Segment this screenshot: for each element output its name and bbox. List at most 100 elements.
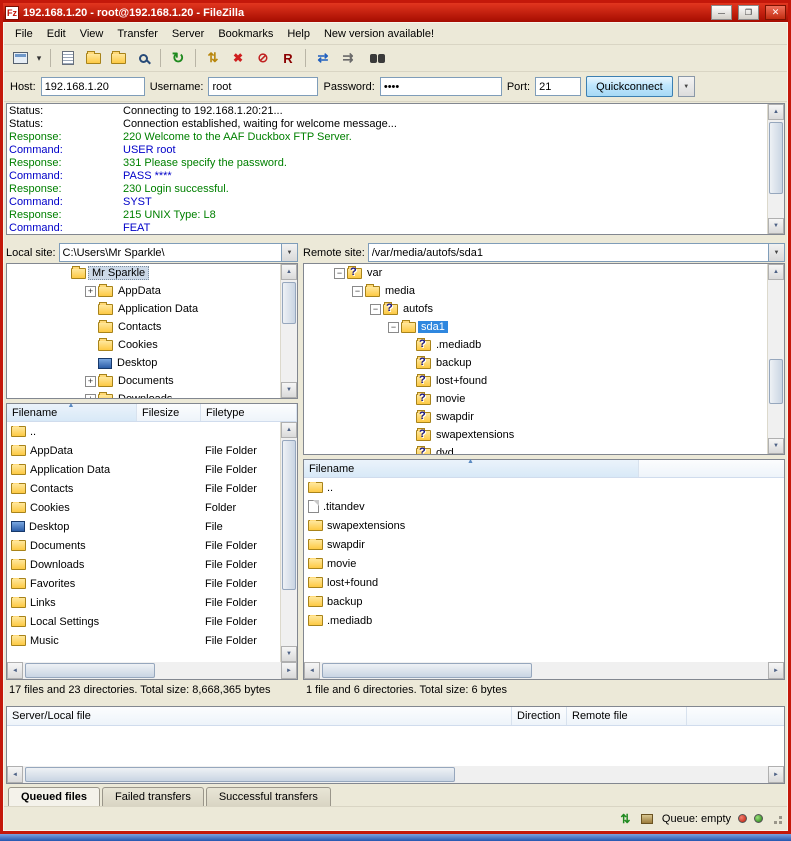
file-row[interactable]: MusicFile Folder	[7, 631, 280, 650]
column-filesize[interactable]: Filesize	[137, 404, 201, 421]
file-row[interactable]: DesktopFile	[7, 517, 280, 536]
local-tree-scrollbar[interactable]	[280, 264, 297, 398]
tree-item[interactable]: Contacts	[7, 318, 280, 336]
log-scrollbar[interactable]	[767, 104, 784, 234]
menu-view[interactable]: View	[73, 25, 111, 43]
file-row[interactable]: AppDataFile Folder	[7, 441, 280, 460]
scroll-up-icon[interactable]	[281, 264, 297, 280]
local-list-hscrollbar[interactable]	[7, 662, 297, 679]
expander-icon[interactable]: +	[85, 286, 96, 297]
tree-item[interactable]: movie	[304, 390, 767, 408]
tree-item[interactable]: Application Data	[7, 300, 280, 318]
file-row[interactable]: backup	[304, 592, 784, 611]
scroll-thumb[interactable]	[282, 282, 296, 324]
file-row[interactable]: .titandev	[304, 497, 784, 516]
toggle-message-log-button[interactable]	[56, 47, 80, 70]
menu-bookmarks[interactable]: Bookmarks	[211, 25, 280, 43]
scroll-right-icon[interactable]	[768, 766, 784, 783]
find-files-button[interactable]	[361, 47, 385, 70]
tree-item[interactable]: swapextensions	[304, 426, 767, 444]
tree-item[interactable]: lost+found	[304, 372, 767, 390]
queue-hscrollbar[interactable]	[7, 766, 784, 783]
scroll-left-icon[interactable]	[7, 662, 23, 679]
remote-path-dropdown[interactable]	[768, 243, 785, 262]
minimize-button[interactable]	[711, 5, 732, 20]
scroll-left-icon[interactable]	[304, 662, 320, 679]
tree-item[interactable]: dvd	[304, 444, 767, 455]
expander-icon[interactable]: −	[370, 304, 381, 315]
column-filename[interactable]: Filename	[304, 460, 639, 477]
tree-item[interactable]: −autofs	[304, 300, 767, 318]
username-input[interactable]	[208, 77, 318, 96]
scroll-down-icon[interactable]	[281, 382, 297, 398]
port-input[interactable]	[535, 77, 581, 96]
file-row[interactable]: LinksFile Folder	[7, 593, 280, 612]
cancel-button[interactable]	[226, 47, 250, 70]
column-server-local-file[interactable]: Server/Local file	[7, 707, 512, 725]
scroll-thumb[interactable]	[769, 359, 783, 404]
scroll-down-icon[interactable]	[768, 218, 784, 234]
file-row[interactable]: lost+found	[304, 573, 784, 592]
filter-icon[interactable]	[640, 812, 655, 825]
remote-list-hscrollbar[interactable]	[304, 662, 784, 679]
toggle-local-tree-button[interactable]	[81, 47, 105, 70]
speed-limits-icon[interactable]	[618, 812, 633, 825]
file-row[interactable]: Local SettingsFile Folder	[7, 612, 280, 631]
refresh-button[interactable]	[166, 47, 190, 70]
scroll-right-icon[interactable]	[768, 662, 784, 679]
scroll-right-icon[interactable]	[281, 662, 297, 679]
expander-icon[interactable]: −	[388, 322, 399, 333]
tree-item[interactable]: swapdir	[304, 408, 767, 426]
reconnect-button[interactable]	[276, 47, 300, 70]
title-bar[interactable]: 192.168.1.20 - root@192.168.1.20 - FileZ…	[3, 3, 788, 22]
file-row[interactable]: ..	[304, 478, 784, 497]
file-row[interactable]: ..	[7, 422, 280, 441]
tree-item[interactable]: Mr Sparkle	[7, 264, 280, 282]
local-path-input[interactable]	[59, 243, 281, 262]
column-direction[interactable]: Direction	[512, 707, 567, 725]
resize-grip[interactable]	[770, 812, 783, 825]
expander-icon[interactable]: +	[85, 376, 96, 387]
local-list-scrollbar[interactable]	[280, 422, 297, 662]
file-row[interactable]: ContactsFile Folder	[7, 479, 280, 498]
menu-new-version[interactable]: New version available!	[317, 25, 441, 43]
tree-item[interactable]: −media	[304, 282, 767, 300]
scroll-up-icon[interactable]	[281, 422, 297, 438]
file-row[interactable]: .mediadb	[304, 611, 784, 630]
file-row[interactable]: Application DataFile Folder	[7, 460, 280, 479]
menu-edit[interactable]: Edit	[40, 25, 73, 43]
menu-transfer[interactable]: Transfer	[110, 25, 165, 43]
scroll-down-icon[interactable]	[768, 438, 784, 454]
password-input[interactable]	[380, 77, 502, 96]
file-row[interactable]: swapextensions	[304, 516, 784, 535]
host-input[interactable]	[41, 77, 145, 96]
expander-icon[interactable]: +	[85, 394, 96, 400]
scroll-left-icon[interactable]	[7, 766, 23, 783]
process-queue-button[interactable]	[201, 47, 225, 70]
menu-server[interactable]: Server	[165, 25, 211, 43]
tree-item[interactable]: +AppData	[7, 282, 280, 300]
file-row[interactable]: CookiesFolder	[7, 498, 280, 517]
file-row[interactable]: DocumentsFile Folder	[7, 536, 280, 555]
file-row[interactable]: DownloadsFile Folder	[7, 555, 280, 574]
tree-item[interactable]: +Documents	[7, 372, 280, 390]
expander-icon[interactable]: −	[334, 268, 345, 279]
column-filename[interactable]: Filename	[7, 404, 137, 421]
tree-item[interactable]: Desktop	[7, 354, 280, 372]
tab-successful-transfers[interactable]: Successful transfers	[206, 787, 331, 806]
site-manager-button[interactable]	[8, 47, 32, 70]
toggle-queue-button[interactable]	[131, 47, 155, 70]
tree-item[interactable]: Cookies	[7, 336, 280, 354]
scroll-thumb[interactable]	[322, 663, 532, 678]
scroll-up-icon[interactable]	[768, 264, 784, 280]
tab-queued-files[interactable]: Queued files	[8, 787, 100, 806]
tree-item[interactable]: .mediadb	[304, 336, 767, 354]
tree-item[interactable]: −sda1	[304, 318, 767, 336]
quickconnect-button[interactable]: Quickconnect	[586, 76, 673, 97]
scroll-thumb[interactable]	[25, 767, 455, 782]
menu-file[interactable]: File	[8, 25, 40, 43]
file-row[interactable]: swapdir	[304, 535, 784, 554]
disconnect-button[interactable]	[251, 47, 275, 70]
close-button[interactable]	[765, 5, 786, 20]
menu-help[interactable]: Help	[280, 25, 317, 43]
